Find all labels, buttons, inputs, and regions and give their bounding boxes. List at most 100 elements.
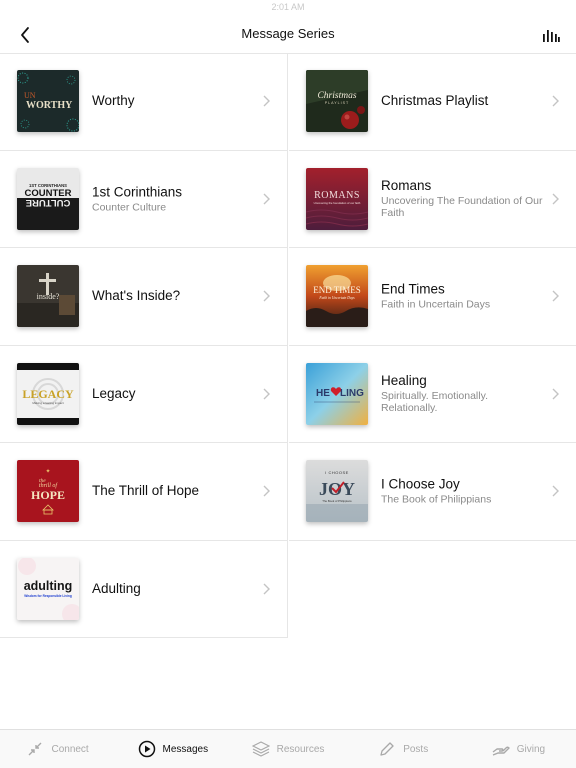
svg-text:ROMANS: ROMANS bbox=[314, 190, 360, 201]
series-artwork: LEGACY Making a lasting impact bbox=[17, 362, 79, 425]
svg-text:JOY: JOY bbox=[319, 479, 355, 499]
series-artwork: 1ST CORINTHIANS COUNTER CULTURE bbox=[17, 167, 79, 230]
series-title: Worthy bbox=[92, 93, 135, 109]
svg-text:CULTURE: CULTURE bbox=[26, 197, 71, 208]
series-column-left: UN WORTHY Worthy 1ST CORINTHIANS COUNTER… bbox=[0, 53, 288, 638]
navigation-bar: Message Series bbox=[0, 16, 576, 54]
series-artwork: adulting Wisdom for Responsible Living bbox=[17, 557, 79, 620]
chevron-right-icon bbox=[552, 485, 559, 497]
series-text: Worthy bbox=[92, 93, 255, 109]
svg-text:Christmas: Christmas bbox=[317, 91, 356, 101]
tab-label: Messages bbox=[162, 743, 209, 755]
series-artwork: HE LING bbox=[306, 362, 368, 425]
play-circle-icon bbox=[138, 740, 156, 758]
svg-text:HOPE: HOPE bbox=[31, 488, 65, 502]
series-text: Romans Uncovering The Foundation of Our … bbox=[381, 178, 544, 220]
series-text: 1st Corinthians Counter Culture bbox=[92, 184, 255, 214]
stats-button[interactable] bbox=[540, 24, 562, 46]
tab-messages[interactable]: Messages bbox=[115, 730, 230, 768]
series-artwork: Christmas PLAYLIST bbox=[306, 70, 368, 132]
series-text: Adulting bbox=[92, 581, 255, 597]
chevron-right-icon bbox=[263, 95, 270, 107]
chevron-right-icon bbox=[263, 583, 270, 595]
series-text: End Times Faith in Uncertain Days bbox=[381, 282, 544, 312]
series-title: I Choose Joy bbox=[381, 476, 460, 492]
series-subtitle: Spiritually. Emotionally. Relationally. bbox=[381, 389, 488, 415]
svg-text:Uncovering the foundation of o: Uncovering the foundation of our faith bbox=[314, 201, 361, 205]
series-text: What's Inside? bbox=[92, 288, 255, 304]
series-subtitle: The Book of Philippians bbox=[381, 493, 492, 506]
svg-text:LING: LING bbox=[340, 388, 364, 399]
series-artwork: inside? bbox=[17, 265, 79, 327]
svg-text:WORTHY: WORTHY bbox=[26, 100, 73, 111]
svg-text:✦: ✦ bbox=[45, 468, 50, 475]
series-title: Adulting bbox=[92, 580, 141, 596]
series-title: Legacy bbox=[92, 385, 136, 401]
series-artwork: ROMANS Uncovering the foundation of our … bbox=[306, 167, 368, 230]
chevron-right-icon bbox=[552, 290, 559, 302]
series-artwork: ✦ the thrill of HOPE bbox=[17, 460, 79, 522]
series-title: Christmas Playlist bbox=[381, 93, 489, 109]
series-row-worthy[interactable]: UN WORTHY Worthy bbox=[0, 53, 287, 151]
tab-giving[interactable]: Giving bbox=[461, 730, 576, 768]
series-text: I Choose Joy The Book of Philippians bbox=[381, 477, 544, 507]
series-artwork: UN WORTHY bbox=[17, 70, 79, 132]
series-row-whats-inside[interactable]: inside? What's Inside? bbox=[0, 248, 287, 346]
series-title: 1st Corinthians bbox=[92, 184, 183, 199]
svg-text:PLAYLIST: PLAYLIST bbox=[325, 101, 350, 105]
series-row-thrill-of-hope[interactable]: ✦ the thrill of HOPE The Thrill of Hope bbox=[0, 443, 287, 541]
series-row-end-times[interactable]: END TIMES Faith in Uncertain Days End Ti… bbox=[289, 248, 576, 346]
chevron-right-icon bbox=[263, 485, 270, 497]
svg-text:END TIMES: END TIMES bbox=[313, 285, 361, 295]
layers-icon bbox=[251, 740, 270, 758]
tab-label: Giving bbox=[516, 743, 546, 755]
tab-label: Connect bbox=[51, 743, 89, 755]
series-row-romans[interactable]: ROMANS Uncovering the foundation of our … bbox=[289, 151, 576, 248]
pencil-icon bbox=[378, 740, 396, 758]
tab-bar: Connect Messages Resources Posts Giving bbox=[0, 729, 576, 768]
svg-text:inside?: inside? bbox=[37, 292, 60, 301]
series-artwork: I CHOOSE JOY The Book of Philippians bbox=[306, 460, 368, 522]
chevron-right-icon bbox=[552, 388, 559, 400]
status-bar: 2:01 AM bbox=[271, 2, 305, 12]
svg-text:HE: HE bbox=[316, 388, 330, 399]
chevron-right-icon bbox=[263, 193, 270, 205]
chevron-right-icon bbox=[263, 290, 270, 302]
series-title: End Times bbox=[381, 281, 445, 297]
series-text: Legacy bbox=[92, 386, 255, 402]
chevron-right-icon bbox=[263, 388, 270, 400]
series-row-healing[interactable]: HE LING Healing Spiritually. Emotionally… bbox=[289, 346, 576, 443]
series-text: Healing Spiritually. Emotionally. Relati… bbox=[381, 373, 544, 415]
series-column-right: Christmas PLAYLIST Christmas Playlist RO… bbox=[289, 53, 576, 541]
series-row-adulting[interactable]: adulting Wisdom for Responsible Living A… bbox=[0, 541, 287, 638]
series-title: Healing bbox=[381, 372, 427, 388]
tab-label: Resources bbox=[276, 743, 325, 755]
chevron-right-icon bbox=[552, 95, 559, 107]
series-row-christmas-playlist[interactable]: Christmas PLAYLIST Christmas Playlist bbox=[289, 53, 576, 151]
svg-text:UN: UN bbox=[24, 91, 36, 100]
series-row-legacy[interactable]: LEGACY Making a lasting impact Legacy bbox=[0, 346, 287, 443]
tab-connect[interactable]: Connect bbox=[0, 730, 115, 768]
series-row-1st-corinthians[interactable]: 1ST CORINTHIANS COUNTER CULTURE 1st Cori… bbox=[0, 151, 287, 248]
svg-text:I CHOOSE: I CHOOSE bbox=[325, 470, 349, 475]
series-subtitle: Faith in Uncertain Days bbox=[381, 298, 491, 311]
tab-resources[interactable]: Resources bbox=[230, 730, 345, 768]
series-subtitle: Counter Culture bbox=[92, 201, 167, 213]
series-text: The Thrill of Hope bbox=[92, 483, 255, 499]
series-row-i-choose-joy[interactable]: I CHOOSE JOY The Book of Philippians I C… bbox=[289, 443, 576, 541]
svg-text:The Book of Philippians: The Book of Philippians bbox=[322, 499, 352, 503]
svg-text:Making a lasting impact: Making a lasting impact bbox=[32, 401, 64, 405]
page-title: Message Series bbox=[241, 26, 335, 41]
series-title: What's Inside? bbox=[92, 288, 181, 304]
tab-label: Posts bbox=[403, 743, 429, 755]
chevron-right-icon bbox=[552, 193, 559, 205]
svg-text:Wisdom for Responsible Living: Wisdom for Responsible Living bbox=[24, 594, 72, 598]
tab-posts[interactable]: Posts bbox=[346, 730, 461, 768]
series-title: Romans bbox=[381, 177, 432, 193]
series-text: Christmas Playlist bbox=[381, 93, 544, 109]
series-artwork: END TIMES Faith in Uncertain Days bbox=[306, 265, 368, 327]
svg-text:LEGACY: LEGACY bbox=[22, 387, 74, 401]
series-title: The Thrill of Hope bbox=[92, 483, 200, 499]
series-subtitle: Uncovering The Foundation of Our Faith bbox=[381, 194, 543, 220]
giving-hand-icon bbox=[492, 740, 510, 758]
